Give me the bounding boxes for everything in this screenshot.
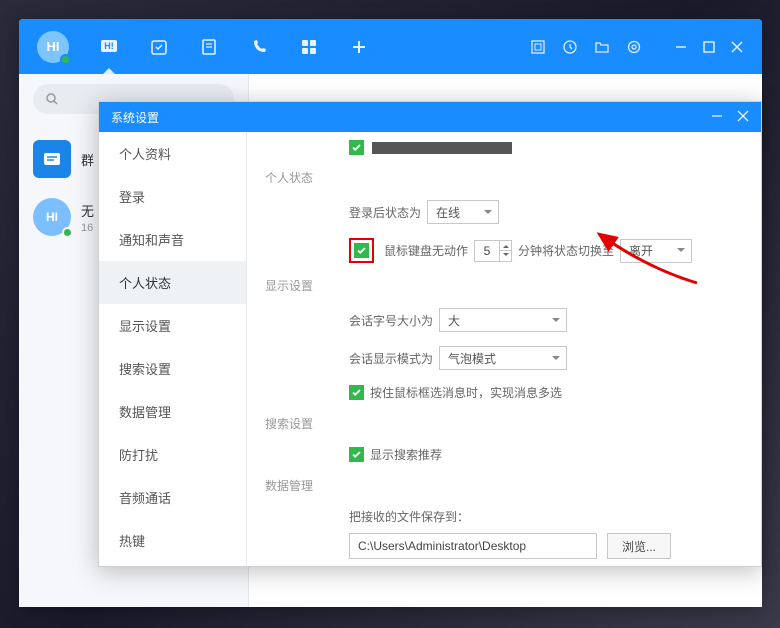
search-recommend-checkbox[interactable]: [349, 447, 364, 462]
idle-target-select[interactable]: 离开: [620, 239, 692, 263]
idle-label: 鼠标键盘无动作: [384, 242, 468, 259]
folder-icon[interactable]: [594, 39, 610, 55]
nav-item-display[interactable]: 显示设置: [99, 304, 246, 347]
settings-content: 个人状态 登录后状态为 在线 鼠标键盘无动作: [247, 132, 761, 566]
nav-item-audio[interactable]: 音频通话: [99, 476, 246, 519]
nav-item-hotkey[interactable]: 热键: [99, 519, 246, 562]
idle-checkbox[interactable]: [354, 243, 369, 258]
gear-icon[interactable]: [626, 39, 642, 55]
chat-tab-icon[interactable]: H!: [99, 37, 119, 57]
checkbox-icon: [349, 140, 364, 155]
drag-select-checkbox[interactable]: [349, 385, 364, 400]
maximize-icon[interactable]: [702, 40, 716, 54]
nav-item-security[interactable]: 安全: [99, 562, 246, 566]
close-icon[interactable]: [730, 40, 744, 54]
nav-item-login[interactable]: 登录: [99, 175, 246, 218]
login-status-label: 登录后状态为: [349, 204, 421, 221]
nav-item-profile[interactable]: 个人资料: [99, 132, 246, 175]
dialog-close-icon[interactable]: [737, 110, 749, 125]
dialog-titlebar: 系统设置: [99, 102, 761, 132]
section-title-status: 个人状态: [265, 169, 741, 186]
user-avatar[interactable]: HI: [37, 31, 69, 63]
status-online-dot: [62, 227, 73, 238]
settings-nav: 个人资料 登录 通知和声音 个人状态 显示设置 搜索设置 数据管理 防打扰 音频…: [99, 132, 247, 566]
save-path-input[interactable]: C:\Users\Administrator\Desktop: [349, 533, 597, 559]
nav-item-data[interactable]: 数据管理: [99, 390, 246, 433]
font-size-label: 会话字号大小为: [349, 312, 433, 329]
save-path-label: 把接收的文件保存到：: [349, 508, 469, 525]
settings-dialog: 系统设置 个人资料 登录 通知和声音 个人状态 显示设置 搜索设置 数据管理 防…: [98, 101, 762, 567]
idle-suffix: 分钟将状态切换至: [518, 242, 614, 259]
nav-item-search[interactable]: 搜索设置: [99, 347, 246, 390]
search-recommend-label: 显示搜索推荐: [370, 446, 442, 463]
phone-icon[interactable]: [249, 37, 269, 57]
nav-item-notify[interactable]: 通知和声音: [99, 218, 246, 261]
notes-icon[interactable]: [199, 37, 219, 57]
status-online-dot: [60, 54, 71, 65]
group-avatar-icon: [33, 140, 71, 178]
nav-item-status[interactable]: 个人状态: [99, 261, 246, 304]
nav-item-dnd[interactable]: 防打扰: [99, 433, 246, 476]
titlebar: HI H!: [19, 19, 762, 74]
display-mode-select[interactable]: 气泡模式: [439, 346, 567, 370]
dialog-minimize-icon[interactable]: [711, 110, 723, 125]
minimize-icon[interactable]: [674, 40, 688, 54]
history-icon[interactable]: [562, 39, 578, 55]
screenshot-icon[interactable]: [530, 39, 546, 55]
annotation-highlight: [349, 238, 374, 263]
idle-minutes-spinner[interactable]: [474, 240, 512, 262]
calendar-icon[interactable]: [149, 37, 169, 57]
spinner-down-icon[interactable]: [500, 250, 511, 261]
section-title-display: 显示设置: [265, 277, 741, 294]
section-title-search: 搜索设置: [265, 415, 741, 432]
spinner-up-icon[interactable]: [500, 241, 511, 251]
browse-button[interactable]: 浏览...: [607, 533, 671, 559]
idle-minutes-input[interactable]: [475, 241, 499, 261]
display-mode-label: 会话显示模式为: [349, 350, 433, 367]
user-avatar-icon: HI: [33, 198, 71, 236]
dialog-title: 系统设置: [111, 109, 711, 126]
add-icon[interactable]: [349, 37, 369, 57]
section-title-data: 数据管理: [265, 477, 741, 494]
search-icon: [45, 92, 59, 106]
avatar-text: HI: [47, 39, 60, 54]
login-status-select[interactable]: 在线: [427, 200, 499, 224]
font-size-select[interactable]: 大: [439, 308, 567, 332]
drag-select-label: 按住鼠标框选消息时，实现消息多选: [370, 384, 562, 401]
svg-text:H!: H!: [104, 41, 114, 51]
apps-icon[interactable]: [299, 37, 319, 57]
